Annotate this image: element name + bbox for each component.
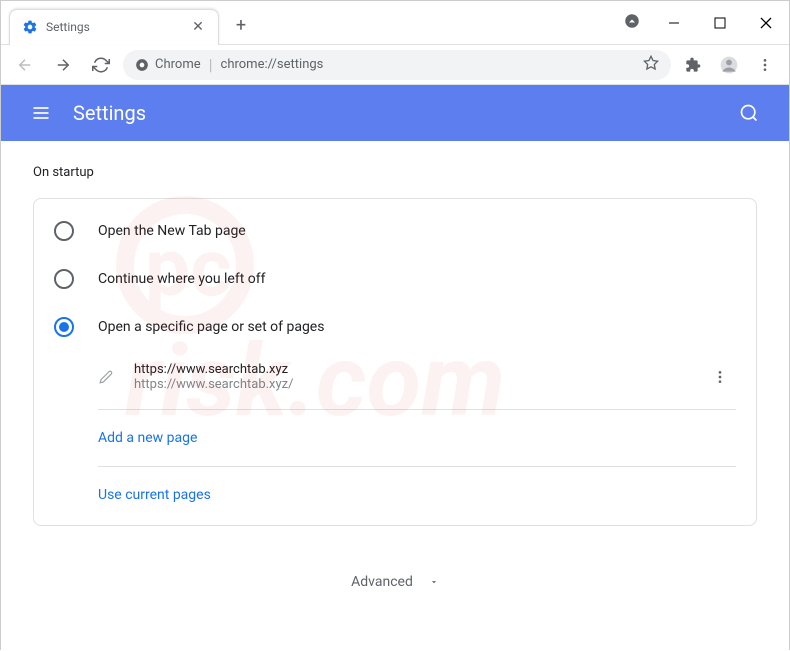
page-url: https://www.searchtab.xyz/ (134, 377, 704, 392)
address-bar[interactable]: Chrome | chrome://settings (123, 50, 671, 80)
hamburger-icon[interactable] (21, 93, 61, 133)
star-icon[interactable] (643, 55, 659, 75)
menu-icon[interactable] (749, 49, 781, 81)
new-tab-button[interactable]: + (227, 12, 255, 40)
section-title: On startup (1, 165, 789, 198)
back-button[interactable] (9, 49, 41, 81)
add-page-link[interactable]: Add a new page (34, 416, 756, 460)
reload-button[interactable] (85, 49, 117, 81)
page-menu-icon[interactable] (704, 361, 736, 393)
settings-header: Settings (1, 85, 789, 141)
close-icon[interactable]: ✕ (190, 19, 206, 35)
browser-tab[interactable]: Settings ✕ (9, 9, 219, 45)
window-controls (623, 1, 789, 45)
incognito-icon (623, 12, 641, 34)
close-button[interactable] (743, 1, 789, 45)
gear-icon (22, 19, 38, 35)
profile-icon[interactable] (713, 49, 745, 81)
radio-icon (54, 317, 74, 337)
radio-icon (54, 221, 74, 241)
browser-toolbar: Chrome | chrome://settings (1, 45, 789, 85)
advanced-label: Advanced (351, 574, 413, 590)
settings-title: Settings (73, 101, 146, 125)
tab-title: Settings (46, 20, 182, 34)
divider (98, 409, 736, 410)
radio-label: Continue where you left off (98, 271, 266, 287)
radio-continue[interactable]: Continue where you left off (34, 255, 756, 303)
extensions-icon[interactable] (677, 49, 709, 81)
radio-label: Open the New Tab page (98, 223, 246, 239)
url-divider: | (209, 55, 213, 74)
use-current-link[interactable]: Use current pages (34, 473, 756, 517)
url-text: chrome://settings (221, 57, 635, 72)
radio-icon (54, 269, 74, 289)
minimize-button[interactable] (651, 1, 697, 45)
content-scroll[interactable]: On startup Open the New Tab page Continu… (1, 141, 789, 651)
page-favicon-icon (98, 369, 114, 385)
radio-new-tab[interactable]: Open the New Tab page (34, 207, 756, 255)
startup-page-entry: https://www.searchtab.xyz https://www.se… (34, 351, 756, 403)
divider (98, 466, 736, 467)
startup-card: Open the New Tab page Continue where you… (33, 198, 757, 526)
forward-button[interactable] (47, 49, 79, 81)
advanced-toggle[interactable]: Advanced (1, 550, 789, 614)
maximize-button[interactable] (697, 1, 743, 45)
window-titlebar: Settings ✕ + (1, 1, 789, 45)
page-title: https://www.searchtab.xyz (134, 362, 704, 377)
search-icon[interactable] (729, 93, 769, 133)
chevron-down-icon (429, 577, 439, 587)
radio-specific-page[interactable]: Open a specific page or set of pages (34, 303, 756, 351)
chrome-chip: Chrome (135, 57, 201, 72)
radio-label: Open a specific page or set of pages (98, 319, 324, 335)
